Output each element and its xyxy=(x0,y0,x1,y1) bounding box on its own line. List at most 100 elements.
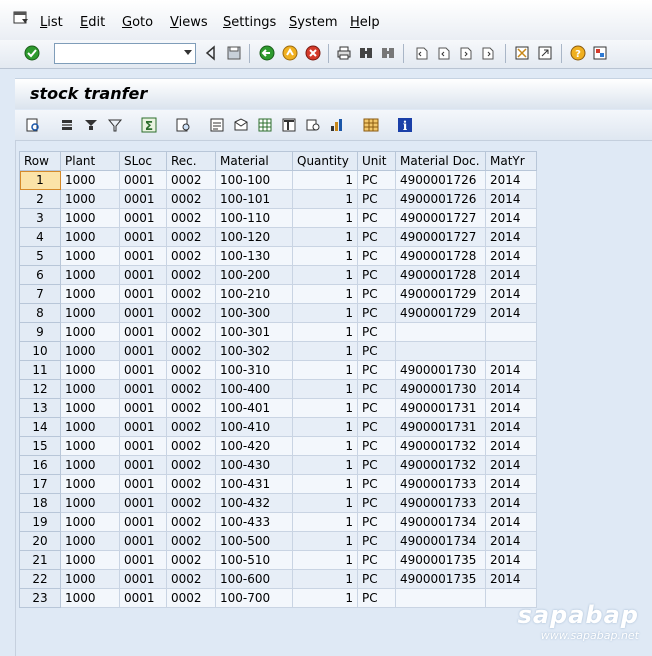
menu-edit[interactable]: Edit xyxy=(80,15,105,30)
table-row[interactable]: 10 1000 0001 0002 100-302 1 PC xyxy=(19,341,537,361)
menu-system[interactable]: System xyxy=(289,15,338,30)
table-cell[interactable]: 1 xyxy=(292,170,358,190)
row-number-cell[interactable]: 12 xyxy=(19,379,61,399)
table-cell[interactable]: 0001 xyxy=(119,588,167,608)
row-number-cell[interactable]: 8 xyxy=(19,303,61,323)
table-cell[interactable]: 1 xyxy=(292,303,358,323)
table-cell[interactable]: 100-101 xyxy=(215,189,293,209)
table-cell[interactable]: PC xyxy=(357,493,396,513)
table-cell[interactable]: 1 xyxy=(292,341,358,361)
chevron-down-icon[interactable] xyxy=(184,50,192,55)
table-cell[interactable]: 2014 xyxy=(485,360,537,380)
table-cell[interactable]: 2014 xyxy=(485,189,537,209)
table-row[interactable]: 19 1000 0001 0002 100-433 1 PC 4900001734 2014 xyxy=(19,512,537,532)
table-row[interactable]: 20 1000 0001 0002 100-500 1 PC 4900001734 2014 xyxy=(19,531,537,551)
find-next-icon[interactable] xyxy=(380,45,396,61)
table-cell[interactable] xyxy=(395,341,486,361)
table-cell[interactable]: PC xyxy=(357,550,396,570)
menu-help[interactable]: Help xyxy=(350,15,380,30)
command-field[interactable] xyxy=(54,43,196,64)
table-cell[interactable]: 100-410 xyxy=(215,417,293,437)
table-cell[interactable]: 1 xyxy=(292,379,358,399)
row-number-cell[interactable]: 14 xyxy=(19,417,61,437)
table-cell[interactable]: 0002 xyxy=(166,208,216,228)
table-cell[interactable]: 100-430 xyxy=(215,455,293,475)
row-number-cell[interactable]: 19 xyxy=(19,512,61,532)
table-row[interactable]: 14 1000 0001 0002 100-410 1 PC 4900001731 2014 xyxy=(19,417,537,437)
triangle-left-icon[interactable] xyxy=(203,45,219,61)
table-cell[interactable]: 0002 xyxy=(166,360,216,380)
column-header[interactable]: Row xyxy=(19,151,61,171)
table-row[interactable]: 9 1000 0001 0002 100-301 1 PC xyxy=(19,322,537,342)
table-cell[interactable]: PC xyxy=(357,341,396,361)
table-row[interactable]: 1 1000 0001 0002 100-100 1 PC 4900001726 2014 xyxy=(19,170,537,190)
row-number-cell[interactable]: 18 xyxy=(19,493,61,513)
table-cell[interactable]: 0002 xyxy=(166,512,216,532)
table-cell[interactable]: PC xyxy=(357,455,396,475)
row-number-cell[interactable]: 13 xyxy=(19,398,61,418)
back-icon[interactable] xyxy=(259,45,275,61)
table-cell[interactable]: 2014 xyxy=(485,493,537,513)
table-cell[interactable]: 0002 xyxy=(166,189,216,209)
column-header[interactable]: Rec. xyxy=(166,151,216,171)
table-cell[interactable]: 1000 xyxy=(60,550,120,570)
table-row[interactable]: 6 1000 0001 0002 100-200 1 PC 4900001728 2014 xyxy=(19,265,537,285)
column-header[interactable]: Plant xyxy=(60,151,120,171)
table-cell[interactable]: 4900001735 xyxy=(395,550,486,570)
find-icon[interactable] xyxy=(358,45,374,61)
table-cell[interactable]: PC xyxy=(357,303,396,323)
table-cell[interactable]: 1 xyxy=(292,227,358,247)
table-cell[interactable]: 1 xyxy=(292,322,358,342)
table-cell[interactable]: 0001 xyxy=(119,189,167,209)
table-cell[interactable]: 1 xyxy=(292,493,358,513)
filter-icon[interactable] xyxy=(107,117,123,133)
table-cell[interactable]: 1 xyxy=(292,455,358,475)
table-cell[interactable]: 0001 xyxy=(119,398,167,418)
table-cell[interactable]: 0001 xyxy=(119,569,167,589)
table-cell[interactable]: 1000 xyxy=(60,512,120,532)
table-cell[interactable]: 2014 xyxy=(485,227,537,247)
table-cell[interactable]: 4900001727 xyxy=(395,227,486,247)
row-number-cell[interactable]: 11 xyxy=(19,360,61,380)
table-row[interactable]: 21 1000 0001 0002 100-510 1 PC 4900001735 2014 xyxy=(19,550,537,570)
table-cell[interactable]: 4900001733 xyxy=(395,493,486,513)
table-cell[interactable]: 1 xyxy=(292,246,358,266)
table-cell[interactable]: 0001 xyxy=(119,303,167,323)
table-cell[interactable]: 0002 xyxy=(166,398,216,418)
table-cell[interactable]: PC xyxy=(357,531,396,551)
table-cell[interactable]: 2014 xyxy=(485,208,537,228)
row-number-cell[interactable]: 1 xyxy=(19,170,61,190)
table-cell[interactable]: 1000 xyxy=(60,474,120,494)
enter-checkmark-icon[interactable] xyxy=(24,45,40,61)
table-cell[interactable]: 2014 xyxy=(485,436,537,456)
table-row[interactable]: 8 1000 0001 0002 100-300 1 PC 4900001729 2014 xyxy=(19,303,537,323)
table-row[interactable]: 22 1000 0001 0002 100-600 1 PC 4900001735 2014 xyxy=(19,569,537,589)
table-cell[interactable]: 1 xyxy=(292,588,358,608)
sort-ascending-icon[interactable] xyxy=(59,117,75,133)
table-cell[interactable]: 1000 xyxy=(60,588,120,608)
table-row[interactable]: 17 1000 0001 0002 100-431 1 PC 4900001733 2014 xyxy=(19,474,537,494)
table-cell[interactable]: 100-301 xyxy=(215,322,293,342)
table-cell[interactable]: 4900001735 xyxy=(395,569,486,589)
table-cell[interactable]: 4900001732 xyxy=(395,455,486,475)
table-cell[interactable]: 2014 xyxy=(485,531,537,551)
table-cell[interactable]: 0001 xyxy=(119,379,167,399)
table-cell[interactable]: 1000 xyxy=(60,227,120,247)
table-cell[interactable]: PC xyxy=(357,436,396,456)
table-cell[interactable]: 0002 xyxy=(166,417,216,437)
sum-icon[interactable]: Σ xyxy=(141,117,157,133)
table-row[interactable]: 2 1000 0001 0002 100-101 1 PC 4900001726 2014 xyxy=(19,189,537,209)
table-cell[interactable]: PC xyxy=(357,284,396,304)
table-cell[interactable]: 0002 xyxy=(166,284,216,304)
table-cell[interactable]: 0002 xyxy=(166,493,216,513)
table-cell[interactable]: 1 xyxy=(292,436,358,456)
table-cell[interactable]: 0001 xyxy=(119,170,167,190)
table-cell[interactable]: PC xyxy=(357,398,396,418)
row-number-cell[interactable]: 15 xyxy=(19,436,61,456)
table-cell[interactable]: 2014 xyxy=(485,569,537,589)
table-cell[interactable]: PC xyxy=(357,322,396,342)
row-number-cell[interactable]: 7 xyxy=(19,284,61,304)
table-cell[interactable]: 4900001728 xyxy=(395,265,486,285)
table-cell[interactable]: PC xyxy=(357,588,396,608)
mail-recipient-icon[interactable] xyxy=(233,117,249,133)
